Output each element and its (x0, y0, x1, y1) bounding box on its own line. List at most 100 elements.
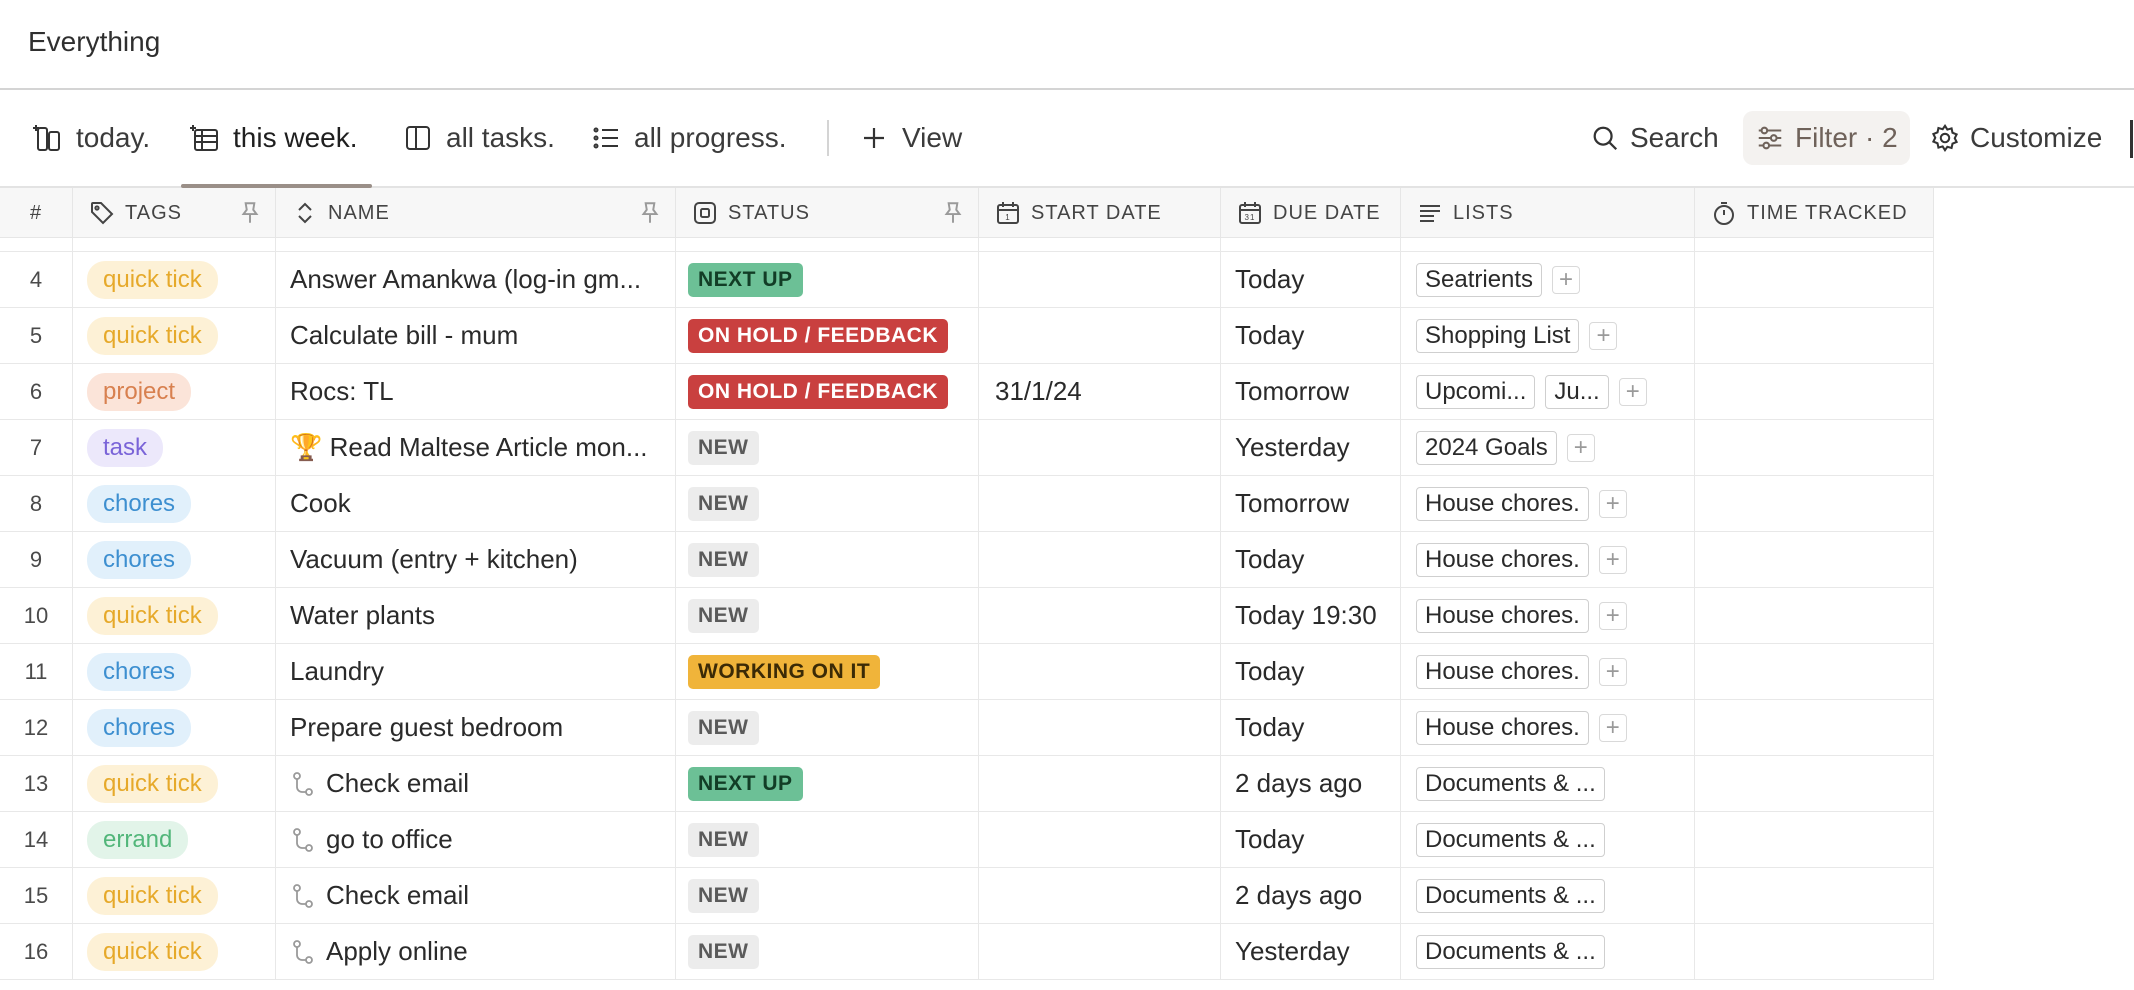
status-badge[interactable]: NEW (688, 598, 759, 633)
cell-tags[interactable]: quick tick (73, 308, 276, 363)
status-badge[interactable]: NEW (688, 486, 759, 521)
task-name[interactable]: Laundry (290, 656, 384, 687)
cell-tags[interactable]: chores (73, 532, 276, 587)
column-header-start-date[interactable]: 1 START DATE (979, 188, 1221, 238)
pin-icon[interactable] (940, 200, 966, 226)
cell-start[interactable] (979, 700, 1221, 755)
table-row[interactable]: 10 quick tick Water plants NEW Today 19:30 Ho… (0, 588, 1934, 644)
list-chip[interactable]: Documents & ... (1416, 934, 1605, 969)
cell-start[interactable] (979, 924, 1221, 979)
status-badge[interactable]: NEW (688, 822, 759, 857)
cell-start[interactable] (979, 252, 1221, 307)
cell-tags[interactable]: chores (73, 476, 276, 531)
tab-today[interactable]: today. (32, 90, 150, 186)
add-list-icon[interactable]: + (1589, 321, 1618, 350)
table-row[interactable]: 16 quick tick Apply online NEW Yesterday Docu… (0, 924, 1934, 980)
task-name[interactable]: Prepare guest bedroom (290, 712, 563, 743)
cell-due[interactable]: Today (1221, 252, 1401, 307)
due-date-value[interactable]: Tomorrow (1235, 488, 1349, 519)
cell-start[interactable]: 31/1/24 (979, 364, 1221, 419)
cell-lists[interactable]: Seatrients + (1401, 252, 1695, 307)
pin-icon[interactable] (237, 200, 263, 226)
task-name[interactable]: Cook (290, 488, 351, 519)
list-chip[interactable]: House chores. (1416, 542, 1589, 577)
cell-status[interactable]: NEW (676, 476, 979, 531)
due-date-value[interactable]: Today (1235, 320, 1304, 351)
column-header-num[interactable]: # (0, 188, 73, 238)
cell-status[interactable]: NEW (676, 924, 979, 979)
cell-due[interactable]: Tomorrow (1221, 364, 1401, 419)
list-chip[interactable]: Ju... (1545, 374, 1609, 409)
cell-lists[interactable]: Upcomi... Ju... + (1401, 364, 1695, 419)
cell-lists[interactable]: House chores. + (1401, 588, 1695, 643)
cell-tags[interactable]: quick tick (73, 868, 276, 923)
cell-status[interactable]: ON HOLD / FEEDBACK (676, 308, 979, 363)
cell-name[interactable]: Answer Amankwa (log-in gm... (276, 252, 676, 307)
table-row[interactable]: 15 quick tick Check email NEW 2 days ago Docu… (0, 868, 1934, 924)
due-date-value[interactable]: Yesterday (1235, 432, 1350, 463)
status-badge[interactable]: WORKING ON IT (688, 654, 881, 689)
table-row[interactable]: 11 chores Laundry WORKING ON IT Today House c… (0, 644, 1934, 700)
table-row[interactable]: 12 chores Prepare guest bedroom NEW Today Hou… (0, 700, 1934, 756)
cell-start[interactable] (979, 588, 1221, 643)
cell-lists[interactable]: 2024 Goals + (1401, 420, 1695, 475)
cell-status[interactable]: NEW (676, 812, 979, 867)
due-date-value[interactable]: 2 days ago (1235, 768, 1362, 799)
column-header-tags[interactable]: TAGS (73, 188, 276, 238)
add-list-icon[interactable]: + (1598, 489, 1627, 518)
cell-lists[interactable]: House chores. + (1401, 532, 1695, 587)
task-name[interactable]: Apply online (326, 936, 468, 967)
cell-start[interactable] (979, 308, 1221, 363)
list-chip[interactable]: Shopping List (1416, 318, 1580, 353)
cell-name[interactable]: Check email (276, 868, 676, 923)
table-row[interactable]: 5 quick tick Calculate bill - mum ON HOLD /… (0, 308, 1934, 364)
cell-due[interactable]: Today (1221, 812, 1401, 867)
task-name[interactable]: Check email (326, 768, 469, 799)
tag-badge[interactable]: quick tick (87, 316, 218, 355)
cell-lists[interactable]: Documents & ... (1401, 756, 1695, 811)
cell-due[interactable]: Tomorrow (1221, 476, 1401, 531)
column-header-status[interactable]: STATUS (676, 188, 979, 238)
list-chip[interactable]: House chores. (1416, 710, 1589, 745)
tag-badge[interactable]: chores (87, 652, 192, 691)
cell-lists[interactable]: Documents & ... (1401, 812, 1695, 867)
column-header-name[interactable]: NAME (276, 188, 676, 238)
status-badge[interactable]: ON HOLD / FEEDBACK (688, 318, 948, 353)
status-badge[interactable]: NEXT UP (688, 262, 803, 297)
status-badge[interactable]: ON HOLD / FEEDBACK (688, 374, 948, 409)
tag-badge[interactable]: chores (87, 708, 192, 747)
due-date-value[interactable]: Today (1235, 656, 1304, 687)
tag-badge[interactable]: quick tick (87, 932, 218, 971)
filter-button[interactable]: Filter · 2 (1743, 111, 1910, 165)
cell-tags[interactable]: quick tick (73, 924, 276, 979)
add-list-icon[interactable]: + (1552, 265, 1581, 294)
cell-name[interactable]: Vacuum (entry + kitchen) (276, 532, 676, 587)
tab-all-progress[interactable]: all progress. (590, 90, 787, 186)
cell-name[interactable]: Apply online (276, 924, 676, 979)
start-date-value[interactable]: 31/1/24 (995, 376, 1082, 407)
due-date-value[interactable]: 2 days ago (1235, 880, 1362, 911)
table-row[interactable]: 13 quick tick Check email NEXT UP 2 days ago… (0, 756, 1934, 812)
cell-due[interactable]: Yesterday (1221, 420, 1401, 475)
cell-tags[interactable]: chores (73, 700, 276, 755)
list-chip[interactable]: Seatrients (1416, 262, 1543, 297)
table-row[interactable]: 14 errand go to office NEW Today Documents & … (0, 812, 1934, 868)
due-date-value[interactable]: Today (1235, 712, 1304, 743)
due-date-value[interactable]: Today (1235, 544, 1304, 575)
tag-badge[interactable]: chores (87, 484, 192, 523)
list-chip[interactable]: House chores. (1416, 486, 1589, 521)
task-name[interactable]: Water plants (290, 600, 435, 631)
cell-start[interactable] (979, 868, 1221, 923)
cell-tags[interactable]: quick tick (73, 756, 276, 811)
cell-due[interactable]: 2 days ago (1221, 868, 1401, 923)
cell-name[interactable]: Cook (276, 476, 676, 531)
status-badge[interactable]: NEW (688, 710, 759, 745)
cell-name[interactable]: Prepare guest bedroom (276, 700, 676, 755)
cell-lists[interactable]: House chores. + (1401, 476, 1695, 531)
cell-status[interactable]: NEW (676, 532, 979, 587)
table-row[interactable]: 6 project Rocs: TL ON HOLD / FEEDBACK 31/1/2… (0, 364, 1934, 420)
due-date-value[interactable]: Today (1235, 264, 1304, 295)
cell-tags[interactable]: quick tick (73, 252, 276, 307)
add-list-icon[interactable]: + (1598, 713, 1627, 742)
task-name[interactable]: Calculate bill - mum (290, 320, 518, 351)
